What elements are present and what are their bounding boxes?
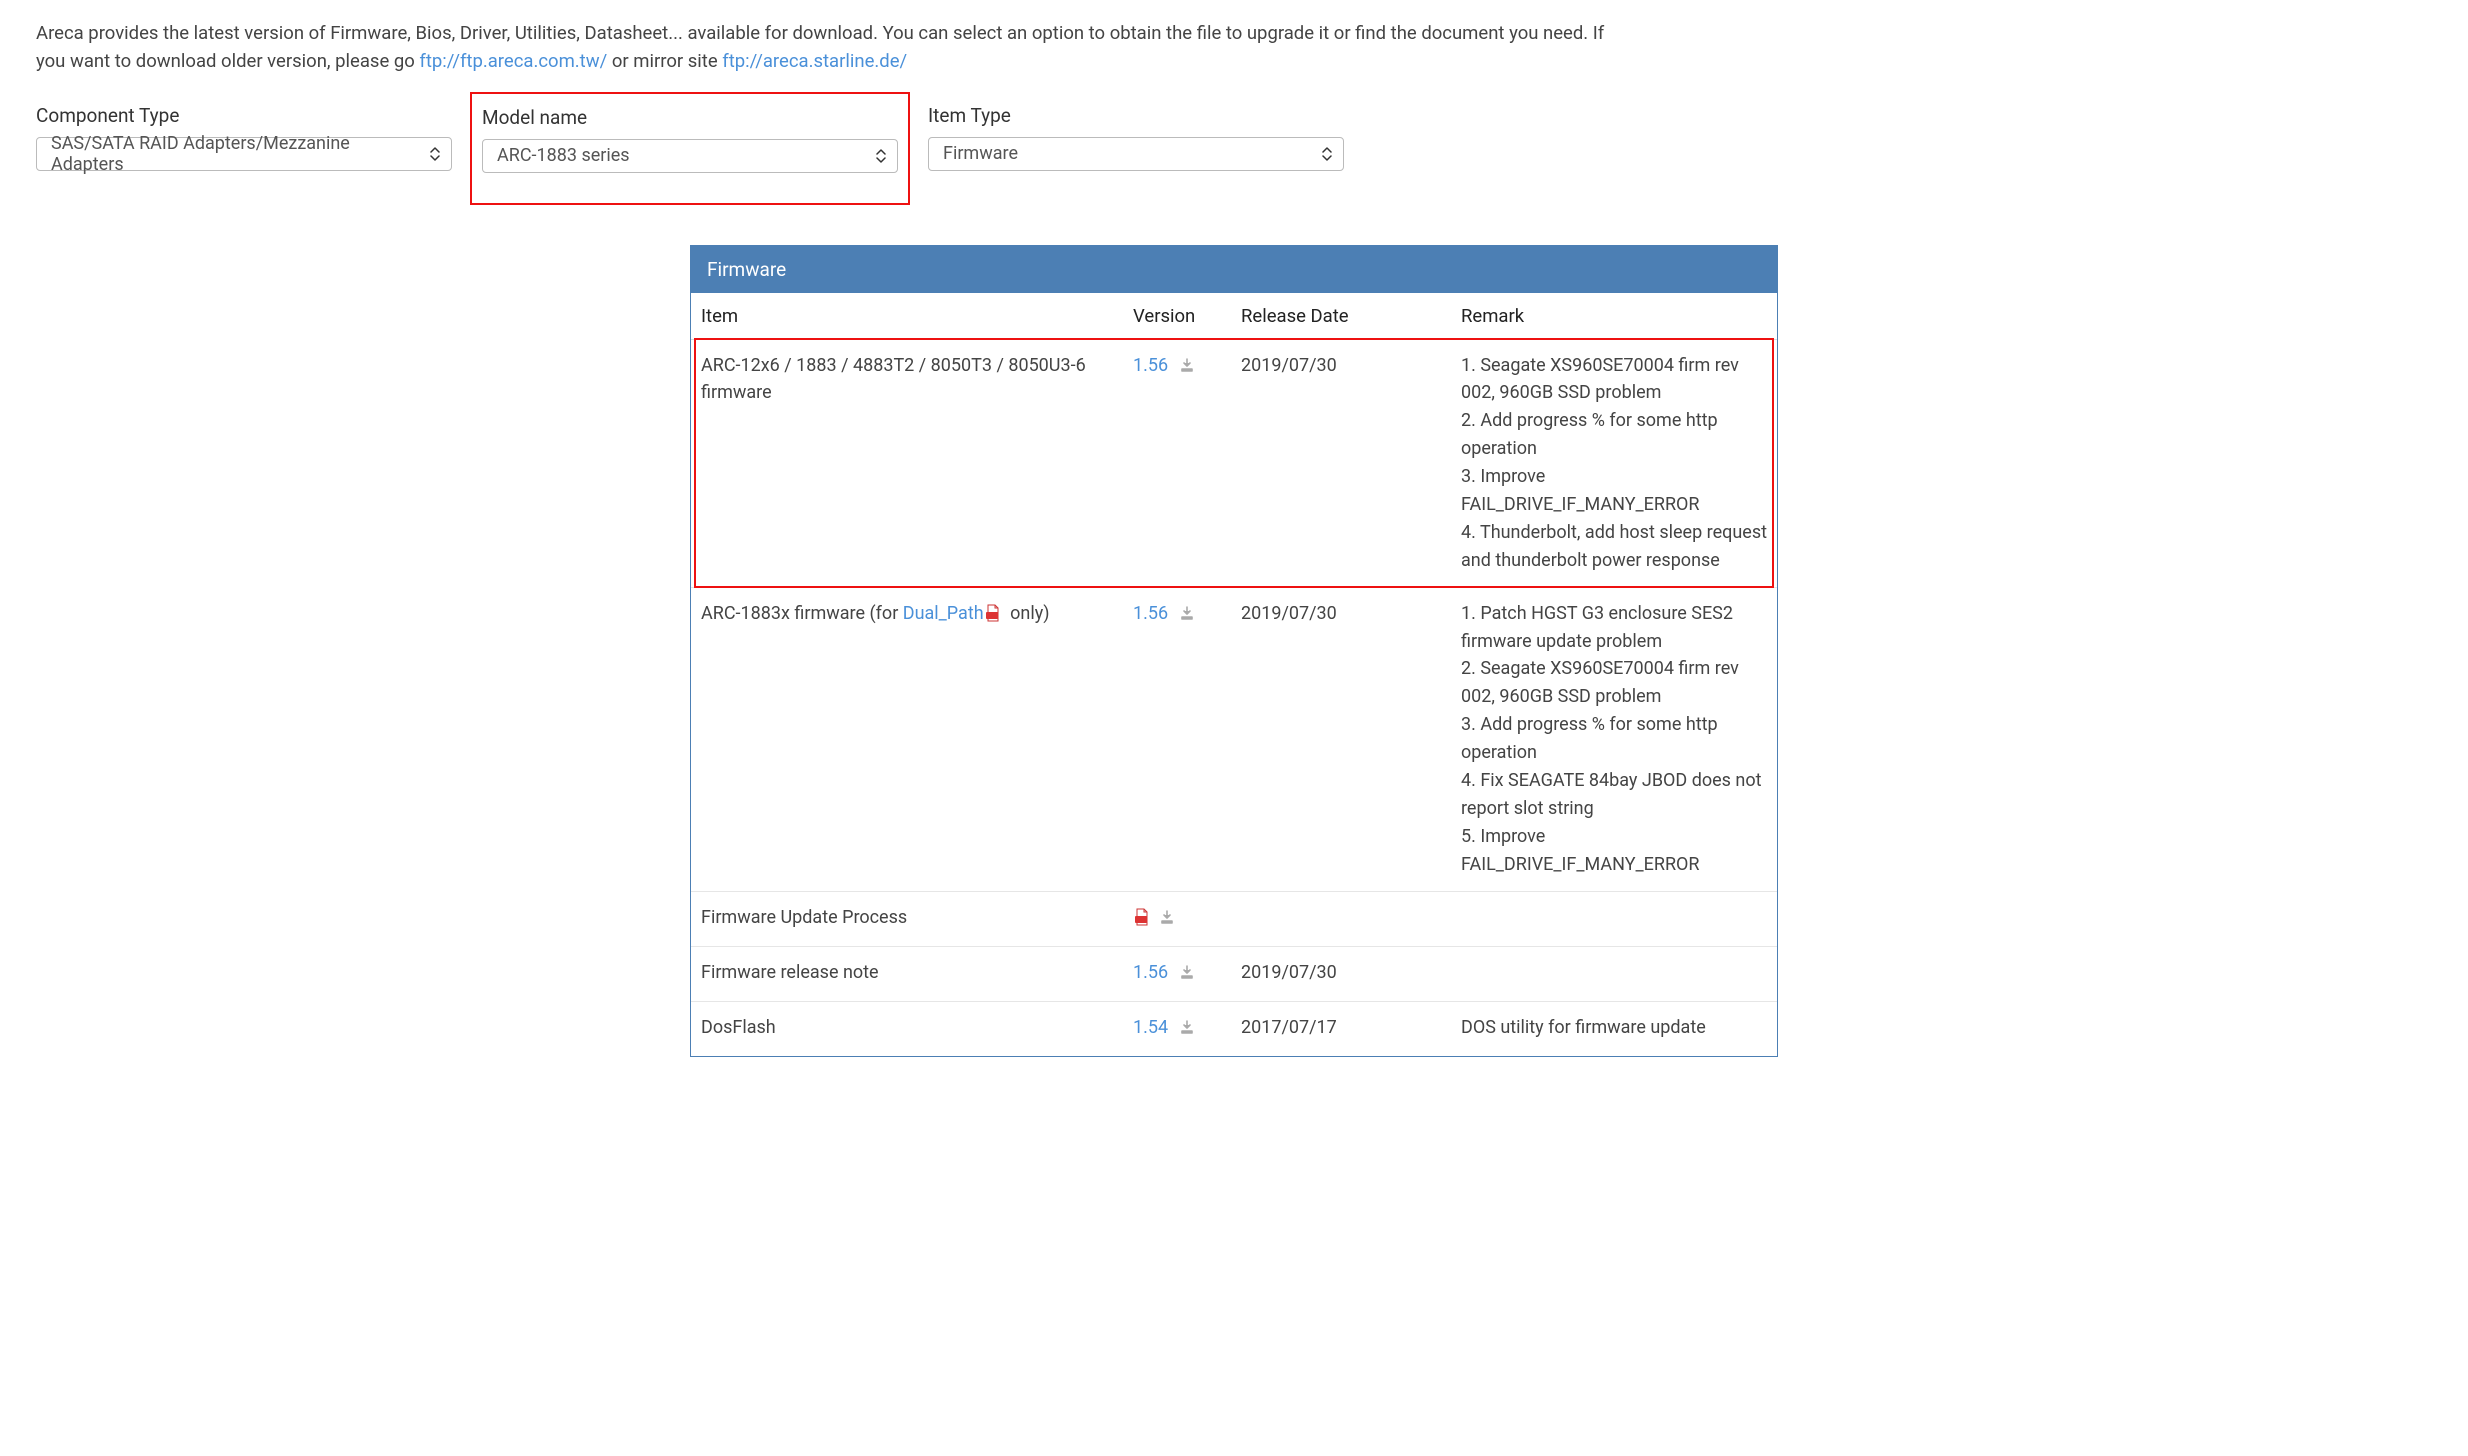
- remark-text: 1. Seagate XS960SE70004 firm rev 002, 96…: [1461, 355, 1767, 571]
- col-header-remark: Remark: [1451, 293, 1777, 340]
- remark-text: 1. Patch HGST G3 enclosure SES2 firmware…: [1461, 603, 1762, 875]
- version-link[interactable]: 1.56: [1133, 962, 1168, 983]
- table-row: ARC-12x6 / 1883 / 4883T2 / 8050T3 / 8050…: [691, 339, 1777, 587]
- cell-remark: DOS utility for firmware update: [1451, 1002, 1777, 1056]
- cell-remark: [1451, 947, 1777, 1002]
- model-name-select[interactable]: ARC-1883 series: [482, 139, 898, 173]
- cell-remark: 1. Patch HGST G3 enclosure SES2 firmware…: [1451, 587, 1777, 891]
- cell-item: Firmware release note: [691, 947, 1123, 1002]
- version-link[interactable]: 1.54: [1133, 1017, 1168, 1038]
- version-link[interactable]: 1.56: [1133, 603, 1168, 624]
- firmware-table-container: Firmware Item Version Release Date Remar…: [690, 245, 1778, 1058]
- filter-model-name-highlighted: Model name ARC-1883 series: [470, 92, 910, 205]
- ftp-link-mirror[interactable]: ftp://areca.starline.de/: [722, 50, 907, 72]
- item-type-value: Firmware: [943, 143, 1018, 164]
- component-type-value: SAS/SATA RAID Adapters/Mezzanine Adapter…: [51, 133, 415, 175]
- cell-version: 1.56: [1123, 587, 1231, 891]
- table-header-row: Item Version Release Date Remark: [691, 293, 1777, 340]
- pdf-icon: [984, 603, 1002, 631]
- cell-date: 2019/07/30: [1231, 587, 1451, 891]
- download-icon[interactable]: [1179, 602, 1195, 630]
- item-suffix: only): [1006, 603, 1050, 624]
- model-name-value: ARC-1883 series: [497, 145, 630, 166]
- component-type-label: Component Type: [36, 104, 452, 127]
- filters-row: Component Type SAS/SATA RAID Adapters/Me…: [36, 104, 2432, 205]
- cell-item: DosFlash: [691, 1002, 1123, 1056]
- col-header-date: Release Date: [1231, 293, 1451, 340]
- component-type-select[interactable]: SAS/SATA RAID Adapters/Mezzanine Adapter…: [36, 137, 452, 171]
- cell-item: ARC-1883x firmware (for Dual_Path only): [691, 587, 1123, 891]
- cell-remark: 1. Seagate XS960SE70004 firm rev 002, 96…: [1451, 339, 1777, 587]
- cell-date: [1231, 891, 1451, 947]
- download-icon[interactable]: [1179, 354, 1195, 382]
- item-type-select[interactable]: Firmware: [928, 137, 1344, 171]
- col-header-item: Item: [691, 293, 1123, 340]
- pdf-icon[interactable]: [1133, 907, 1151, 935]
- item-prefix: ARC-1883x firmware (for: [701, 603, 903, 624]
- ftp-link-primary[interactable]: ftp://ftp.areca.com.tw/: [419, 50, 607, 72]
- dual-path-link[interactable]: Dual_Path: [903, 603, 984, 624]
- cell-version: 1.56: [1123, 947, 1231, 1002]
- cell-item: ARC-12x6 / 1883 / 4883T2 / 8050T3 / 8050…: [691, 339, 1123, 587]
- intro-text: Areca provides the latest version of Fir…: [36, 20, 1636, 76]
- table-row: Firmware Update Process: [691, 891, 1777, 947]
- cell-date: 2019/07/30: [1231, 339, 1451, 587]
- firmware-table: Item Version Release Date Remark ARC-12x…: [691, 293, 1777, 1057]
- filter-component-type: Component Type SAS/SATA RAID Adapters/Me…: [36, 104, 452, 205]
- download-icon[interactable]: [1179, 1016, 1195, 1044]
- model-name-label: Model name: [482, 106, 898, 129]
- cell-date: 2019/07/30: [1231, 947, 1451, 1002]
- cell-version: [1123, 891, 1231, 947]
- download-icon[interactable]: [1179, 961, 1195, 989]
- filter-item-type: Item Type Firmware: [928, 104, 1344, 205]
- intro-mid: or mirror site: [612, 50, 722, 72]
- download-icon[interactable]: [1159, 906, 1175, 934]
- cell-version: 1.54: [1123, 1002, 1231, 1056]
- table-row: Firmware release note 1.56 2019/07/30: [691, 947, 1777, 1002]
- table-title: Firmware: [691, 246, 1777, 293]
- cell-item: Firmware Update Process: [691, 891, 1123, 947]
- table-row: DosFlash 1.54 2017/07/17 DOS utility for…: [691, 1002, 1777, 1056]
- col-header-version: Version: [1123, 293, 1231, 340]
- cell-version: 1.56: [1123, 339, 1231, 587]
- cell-date: 2017/07/17: [1231, 1002, 1451, 1056]
- cell-remark: [1451, 891, 1777, 947]
- item-type-label: Item Type: [928, 104, 1344, 127]
- table-row: ARC-1883x firmware (for Dual_Path only) …: [691, 587, 1777, 891]
- version-link[interactable]: 1.56: [1133, 355, 1168, 376]
